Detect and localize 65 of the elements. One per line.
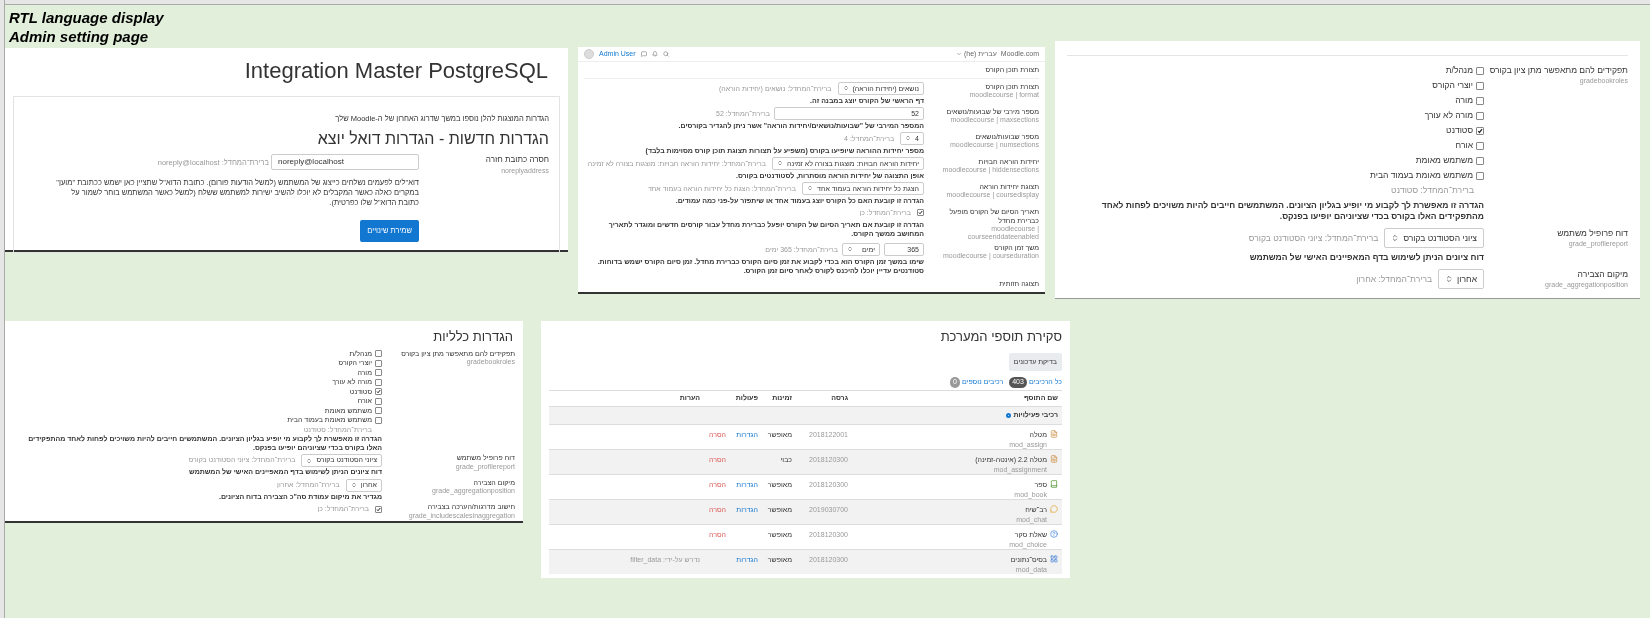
sheet-title: RTL language display [9, 7, 165, 27]
sort-caret-icon [1391, 234, 1400, 242]
document-icon [1050, 429, 1058, 438]
bullet-icon [1006, 412, 1012, 418]
checkbox[interactable] [375, 388, 382, 396]
caret-icon [955, 51, 962, 57]
search-icon[interactable] [662, 51, 669, 57]
default-value-text: ברירת־המחדל: סטודנט [1391, 185, 1474, 195]
option-label: מנהל/ת [1445, 65, 1473, 76]
option-label: משתמש מאומת בעמוד הבית [1370, 170, 1473, 181]
site-title: Integration Master PostgreSQL [243, 57, 549, 85]
setting-description: הגדרה זו מאפשרת לך לקבוע מי יופיע בגליון הציונים. המשתמשים חייבים להיות משויכים לפחות לאחד מהתפקידים האלו בקורס בכדי שציוניהם יופיעו בפנקס. [1100, 200, 1484, 222]
question-mark-icon [1050, 529, 1058, 538]
avatar-icon [584, 49, 594, 59]
sort-caret-icon [807, 185, 813, 191]
sort-caret-icon [905, 135, 912, 141]
option-label: מורה [1455, 95, 1473, 106]
checkbox[interactable] [375, 350, 382, 358]
book-icon [1050, 479, 1058, 488]
setting-label: מיקום הצבירה [1576, 269, 1628, 280]
checkbox[interactable] [375, 505, 382, 513]
option-label: סטודנט [1446, 125, 1473, 136]
text-field[interactable]: noreply@localhost [271, 154, 419, 171]
checkbox[interactable] [917, 209, 924, 216]
option-label: יוצרי הקורס [1432, 80, 1473, 91]
setting-description: דוח ציונים הניתן לשימוש בדף המאפיינים האישי של המשתמש [1248, 252, 1484, 263]
checkbox[interactable] [375, 416, 382, 424]
sort-caret-icon [306, 457, 313, 464]
grid-icon [1050, 554, 1058, 563]
checkbox[interactable] [1476, 141, 1484, 150]
checkbox[interactable] [375, 407, 382, 415]
checkbox[interactable] [1476, 111, 1484, 120]
checkbox[interactable] [1476, 81, 1484, 90]
page-title: סקירת תוספי המערכת [939, 328, 1062, 346]
speech-bubble-icon [1050, 504, 1058, 513]
select-field[interactable]: ציוני הסטודנט בקורס [1384, 228, 1484, 248]
setting-label: תפקידים להם מתאפשר מתן ציון בקורס [1488, 65, 1628, 76]
section-heading: הגדרות כלליות [432, 328, 514, 346]
default-value-text: ברירת־המחדל: אחרון [1356, 273, 1433, 285]
checkbox[interactable] [375, 369, 382, 377]
checkbox[interactable] [1476, 156, 1484, 165]
sort-caret-icon [350, 482, 357, 488]
checkbox[interactable] [375, 359, 382, 367]
checkbox[interactable] [1476, 126, 1484, 135]
bell-icon[interactable] [651, 51, 658, 57]
sheet-title: Admin setting page [9, 26, 150, 46]
default-value-text: ברירת־המחדל: ציוני הסטודנט בקורס [1248, 232, 1379, 244]
setting-label: חסרה כתובת חזרה [484, 154, 549, 167]
option-label: משתמש מאומת [1415, 155, 1473, 166]
option-label: מורה לא עורך [1424, 110, 1473, 121]
setting-label: דוח פרופיל משתמש [1556, 228, 1628, 239]
select-field[interactable]: אחרון [1438, 269, 1484, 289]
checkbox[interactable] [1476, 66, 1484, 75]
checkbox[interactable] [1476, 171, 1484, 180]
document-icon [1050, 454, 1058, 463]
sort-caret-icon [842, 85, 849, 91]
chat-icon[interactable] [640, 51, 647, 57]
checkbox[interactable] [375, 397, 382, 405]
checkbox[interactable] [375, 378, 382, 386]
option-label: אורח [1455, 140, 1473, 151]
checkbox[interactable] [1476, 96, 1484, 105]
sort-caret-icon [776, 160, 783, 166]
section-heading: הגדרות חדשות - הגדרות דואל יוצא [316, 129, 549, 150]
sort-caret-icon [847, 246, 853, 252]
sort-caret-icon [1445, 275, 1454, 283]
